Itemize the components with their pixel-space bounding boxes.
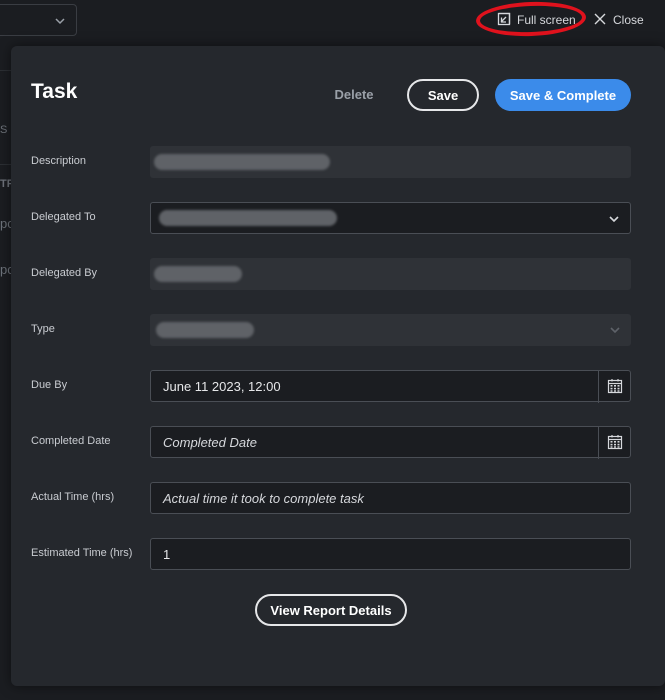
due-by-calendar-button[interactable] — [598, 371, 630, 403]
background-select[interactable] — [0, 4, 77, 36]
actual-time-input[interactable]: Actual time it took to complete task — [150, 482, 631, 514]
completed-date-placeholder: Completed Date — [163, 434, 257, 450]
due-by-value: June 11 2023, 12:00 — [163, 378, 281, 394]
estimated-time-input[interactable]: 1 — [150, 538, 631, 570]
view-report-details-button[interactable]: View Report Details — [255, 594, 407, 626]
type-row: Type — [31, 314, 631, 346]
close-icon — [593, 12, 607, 29]
actual-time-label: Actual Time (hrs) — [31, 491, 115, 503]
delegated-to-label: Delegated To — [31, 211, 96, 223]
type-select — [150, 314, 631, 346]
redacted-value — [156, 322, 254, 338]
due-by-label: Due By — [31, 379, 68, 391]
description-field — [150, 146, 631, 178]
redacted-value — [154, 266, 242, 282]
save-button[interactable]: Save — [407, 79, 479, 111]
calendar-icon — [607, 378, 623, 397]
completed-date-input[interactable]: Completed Date — [150, 426, 631, 459]
delegated-by-label: Delegated By — [31, 267, 98, 279]
estimated-time-label: Estimated Time (hrs) — [31, 547, 133, 559]
full-screen-label: Full screen — [517, 13, 576, 27]
delegated-to-select[interactable] — [150, 202, 631, 234]
background-divider — [0, 164, 11, 165]
actual-time-placeholder: Actual time it took to complete task — [163, 490, 364, 506]
modal-title: Task — [31, 80, 78, 103]
completed-date-label: Completed Date — [31, 435, 111, 447]
close-button[interactable]: Close — [593, 10, 644, 30]
task-modal: Task Delete Save Save & Complete Descrip… — [11, 46, 665, 686]
completed-date-row: Completed Date Completed Date — [31, 426, 631, 459]
redacted-value — [154, 154, 330, 170]
delete-button[interactable]: Delete — [319, 79, 389, 109]
type-label: Type — [31, 323, 55, 335]
estimated-time-value: 1 — [163, 546, 171, 562]
background-text-fragment: S — [0, 124, 8, 136]
chevron-down-icon — [609, 324, 621, 339]
description-label: Description — [31, 155, 87, 167]
completed-date-calendar-button[interactable] — [598, 427, 630, 459]
delegated-to-row: Delegated To — [31, 202, 631, 234]
expand-icon — [497, 12, 511, 29]
due-by-input[interactable]: June 11 2023, 12:00 — [150, 370, 631, 403]
delegated-by-field — [150, 258, 631, 290]
full-screen-button[interactable]: Full screen — [497, 10, 576, 30]
description-row: Description — [31, 146, 631, 178]
due-by-row: Due By June 11 2023, 12:00 — [31, 370, 631, 403]
calendar-icon — [607, 434, 623, 453]
redacted-value — [159, 210, 337, 226]
background-divider — [0, 70, 11, 71]
actual-time-row: Actual Time (hrs) Actual time it took to… — [31, 482, 631, 514]
delegated-by-row: Delegated By — [31, 258, 631, 290]
estimated-time-row: Estimated Time (hrs) 1 — [31, 538, 631, 570]
save-complete-button[interactable]: Save & Complete — [495, 79, 631, 111]
close-label: Close — [613, 13, 644, 27]
chevron-down-icon — [54, 14, 66, 32]
chevron-down-icon — [608, 213, 620, 228]
